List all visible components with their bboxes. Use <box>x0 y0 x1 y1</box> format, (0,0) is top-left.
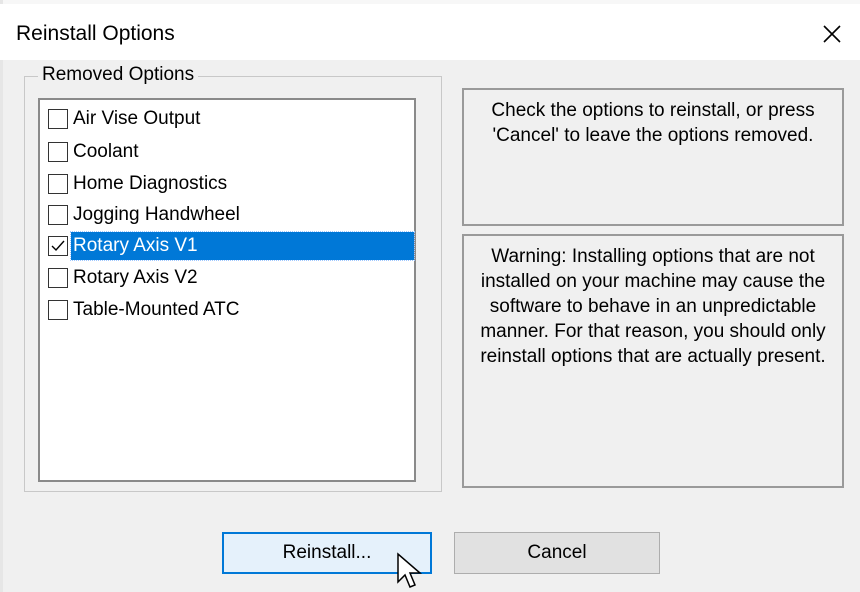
instructions-text: Check the options to reinstall, or press… <box>462 88 844 226</box>
list-item-label: Jogging Handwheel <box>73 204 240 225</box>
checkbox[interactable] <box>48 268 68 288</box>
title-bar[interactable]: Reinstall Options <box>0 4 860 60</box>
reinstall-button-label: Reinstall... <box>282 542 372 563</box>
removed-options-list[interactable]: Air Vise Output Coolant Home Diagnostics… <box>38 98 416 482</box>
cancel-button[interactable]: Cancel <box>454 532 660 574</box>
checkbox[interactable] <box>48 300 68 320</box>
list-item[interactable]: Coolant <box>48 138 141 166</box>
checkbox[interactable] <box>48 174 68 194</box>
window-left-edge <box>0 0 3 592</box>
window-title: Reinstall Options <box>16 22 175 45</box>
list-item[interactable]: Home Diagnostics <box>48 170 229 198</box>
mouse-pointer-icon <box>397 552 423 588</box>
checkbox[interactable] <box>48 142 68 162</box>
list-item[interactable]: Rotary Axis V2 <box>48 264 200 292</box>
list-item[interactable]: Table-Mounted ATC <box>48 296 242 324</box>
list-item-label: Rotary Axis V1 <box>70 231 415 261</box>
removed-options-label: Removed Options <box>38 64 199 86</box>
close-button[interactable] <box>812 14 852 54</box>
close-icon <box>823 25 841 43</box>
list-item-label: Table-Mounted ATC <box>73 299 240 320</box>
list-item-label: Home Diagnostics <box>73 173 228 194</box>
cancel-button-label: Cancel <box>527 542 587 563</box>
list-item-label: Air Vise Output <box>73 108 201 129</box>
checkbox[interactable] <box>48 109 68 129</box>
checkbox-checked[interactable] <box>48 236 68 256</box>
list-item-selected[interactable]: Rotary Axis V1 <box>48 231 415 261</box>
checkbox[interactable] <box>48 205 68 225</box>
list-item[interactable]: Air Vise Output <box>48 105 202 133</box>
list-item[interactable]: Jogging Handwheel <box>48 201 242 229</box>
checkmark-icon <box>51 240 65 252</box>
list-item-label: Coolant <box>73 141 139 162</box>
warning-text: Warning: Installing options that are not… <box>462 234 844 488</box>
list-item-label: Rotary Axis V2 <box>73 267 198 288</box>
